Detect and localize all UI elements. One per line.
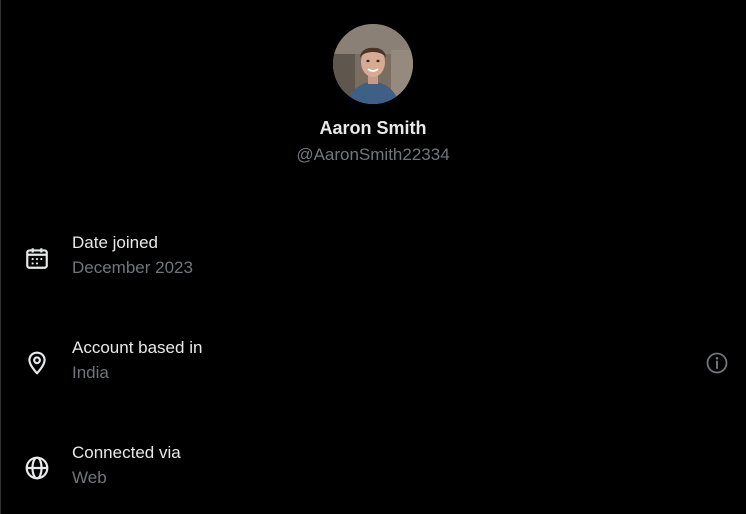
detail-row-connected-via: Connected via Web — [0, 440, 746, 496]
location-pin-icon — [28, 351, 46, 375]
detail-label-date-joined: Date joined — [72, 233, 159, 252]
avatar[interactable] — [333, 24, 413, 104]
detail-text: Date joined December 2023 — [72, 232, 193, 279]
profile-name: Aaron Smith — [319, 118, 427, 138]
calendar-icon — [26, 248, 48, 269]
detail-value-account-based-in: India — [72, 363, 109, 382]
profile-handle: @AaronSmith22334 — [296, 145, 450, 164]
profile-header: Aaron Smith @AaronSmith22334 — [0, 24, 746, 166]
detail-label-connected-via: Connected via — [72, 443, 181, 462]
detail-row-account-based-in: Account based in India — [0, 335, 746, 391]
detail-text: Connected via Web — [72, 442, 181, 489]
detail-label-account-based-in: Account based in — [72, 338, 203, 357]
globe-icon — [25, 456, 49, 480]
detail-row-date-joined: Date joined December 2023 — [0, 230, 746, 286]
detail-text: Account based in India — [72, 337, 202, 384]
info-icon[interactable] — [705, 351, 729, 375]
avatar-photo — [333, 24, 413, 104]
detail-value-connected-via: Web — [72, 468, 107, 487]
detail-value-date-joined: December 2023 — [72, 258, 193, 277]
